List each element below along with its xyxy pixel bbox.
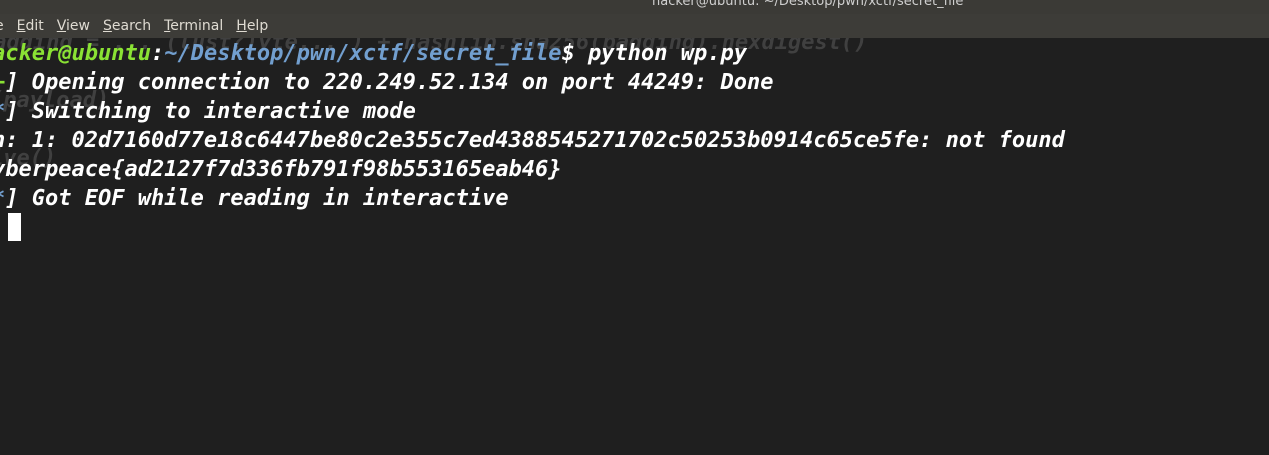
menu-terminal[interactable]: Terminal [164, 18, 223, 34]
window-title: hacker@ubuntu: ~/Desktop/pwn/xctf/secret… [652, 0, 964, 9]
prompt-line: acker@ubuntu:~/Desktop/pwn/xctf/secret_f… [0, 39, 747, 68]
output-text: ] Got EOF while reading in interactive [5, 186, 509, 211]
output-text: h: 1: 02d7160d77e18c6447be80c2e355c7ed43… [0, 128, 1065, 153]
menu-view-label: View [56, 18, 90, 34]
menu-edit-label: Edit [16, 18, 44, 34]
output-text: yberpeace{ad2127f7d336fb791f98b553165eab… [0, 157, 562, 182]
output-line: *] Switching to interactive mode [0, 97, 416, 126]
output-line: +] Opening connection to 220.249.52.134 … [0, 68, 773, 97]
prompt-symbol: $ [561, 41, 575, 66]
menu-bar: e Edit View Search Terminal Help [0, 14, 1269, 38]
output-line: *] Got EOF while reading in interactive [0, 184, 509, 213]
prompt-separator: : [150, 41, 165, 66]
menu-help[interactable]: Help [236, 18, 268, 34]
terminal-output[interactable]: padding = ... (lust?)yte... ) + hashlib.… [0, 38, 1269, 455]
menu-edit[interactable]: Edit [17, 18, 44, 34]
menu-file[interactable]: e [0, 18, 4, 34]
window-titlebar: hacker@ubuntu: ~/Desktop/pwn/xctf/secret… [0, 0, 1269, 14]
menu-view[interactable]: View [57, 18, 90, 34]
menu-file-label: e [0, 18, 4, 34]
prompt-path: ~/Desktop/pwn/xctf/secret_file [164, 41, 562, 66]
menu-search[interactable]: Search [103, 18, 151, 34]
prompt-user-host: acker@ubuntu [0, 41, 151, 66]
menu-help-label: Help [236, 18, 269, 34]
terminal-cursor [8, 213, 21, 241]
prompt-command: python wp.py [574, 41, 747, 66]
menu-terminal-label: Terminal [164, 18, 224, 34]
output-text: ] Opening connection to 220.249.52.134 o… [5, 70, 774, 95]
flag-line: yberpeace{ad2127f7d336fb791f98b553165eab… [0, 155, 562, 184]
menu-search-label: Search [102, 18, 152, 34]
output-line: h: 1: 02d7160d77e18c6447be80c2e355c7ed43… [0, 126, 1065, 155]
output-text: ] Switching to interactive mode [5, 99, 416, 124]
